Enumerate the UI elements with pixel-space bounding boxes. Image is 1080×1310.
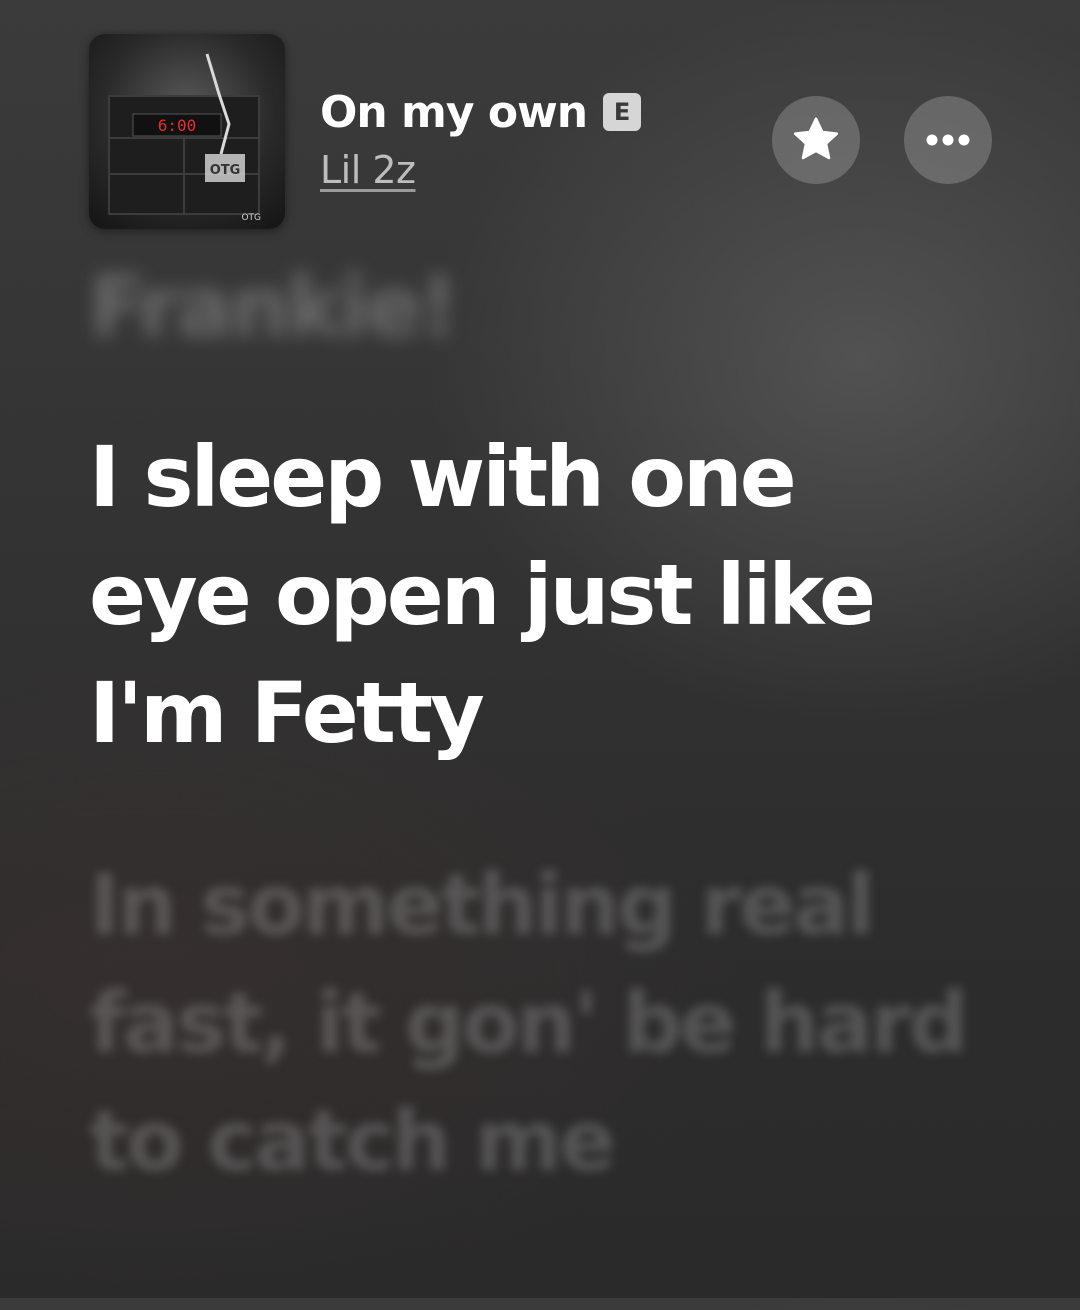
explicit-badge: E [603,93,642,131]
svg-text:OTG: OTG [241,213,261,223]
lyric-line-current[interactable]: I sleep with one eye open just like I'm … [89,418,969,772]
more-options-button[interactable] [904,96,992,184]
star-icon [793,117,839,160]
ellipsis-icon [926,134,970,146]
favorite-button[interactable] [772,96,860,184]
lyric-line-previous[interactable]: Frankie! [89,248,458,366]
now-playing-header: 6:00 OTG OTG On my own E Lil 2z [0,0,1080,240]
song-title[interactable]: On my own [320,87,588,138]
album-artwork-image: 6:00 OTG OTG [108,53,261,223]
song-title-row: On my own E [320,86,642,138]
artist-link[interactable]: Lil 2z [320,148,416,192]
svg-text:OTG: OTG [210,163,241,178]
lyric-line-next[interactable]: In something real fast, it gon' be hard … [89,846,969,1200]
lyric-line-after[interactable] [89,1240,969,1310]
svg-text:6:00: 6:00 [158,116,197,135]
album-artwork[interactable]: 6:00 OTG OTG [89,34,285,229]
